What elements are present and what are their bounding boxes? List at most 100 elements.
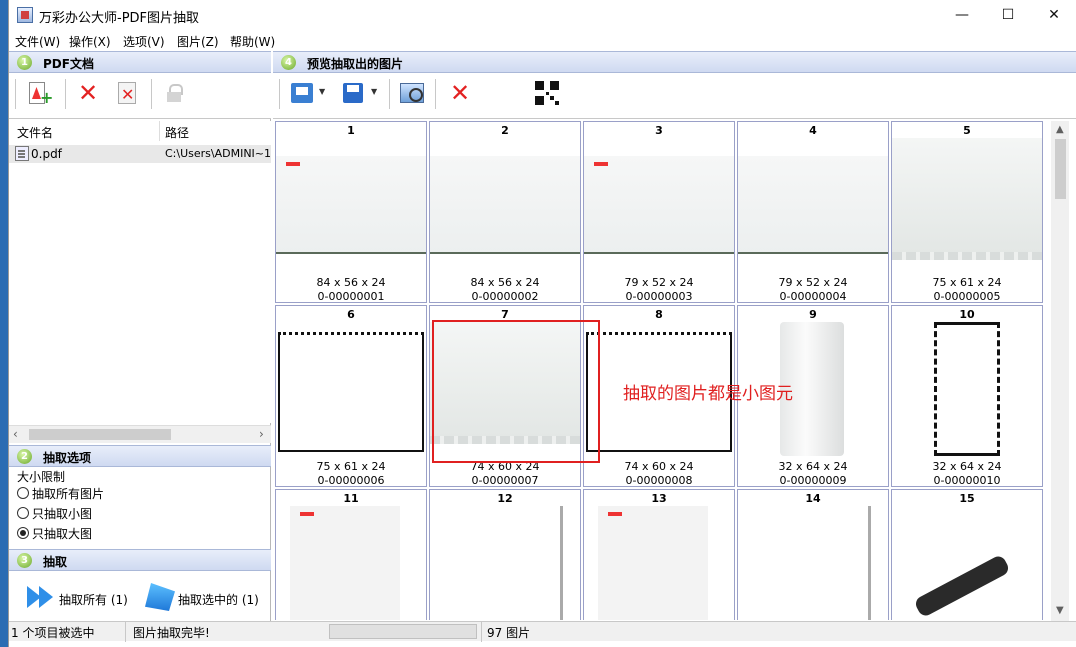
- image-preview: [738, 138, 888, 272]
- delete-icon: ✕: [449, 79, 471, 107]
- image-index: 12: [497, 492, 513, 505]
- image-index: 10: [959, 308, 975, 321]
- image-dimensions: 75 x 61 x 24: [316, 460, 386, 473]
- image-index: 2: [501, 124, 509, 137]
- column-header-name[interactable]: 文件名: [17, 124, 53, 141]
- window-title: 万彩办公大师-PDF图片抽取: [39, 11, 200, 26]
- section-title-pdf: PDF文档: [43, 57, 94, 71]
- image-dimensions: 32 x 64 x 24: [932, 460, 1002, 473]
- qr-code-button[interactable]: [531, 79, 561, 109]
- radio-indicator[interactable]: [17, 527, 29, 539]
- section-number-badge: 2: [17, 449, 32, 464]
- image-name: 0-00000003: [625, 290, 693, 303]
- status-bar: 1 个项目被选中 图片抽取完毕! 97 图片: [9, 621, 1076, 642]
- image-preview: [430, 506, 580, 620]
- image-name: 0-00000002: [471, 290, 539, 303]
- scroll-down-icon[interactable]: ▼: [1056, 605, 1064, 616]
- image-thumbnail-cell[interactable]: 5 75 x 61 x 24 0-00000005: [891, 121, 1043, 303]
- add-pdf-button[interactable]: [23, 79, 53, 109]
- image-name: 0-00000005: [933, 290, 1001, 303]
- scroll-thumb[interactable]: [29, 429, 171, 440]
- chevron-down-icon[interactable]: ▼: [371, 87, 377, 96]
- unlock-button[interactable]: [159, 79, 189, 109]
- app-icon: [17, 7, 33, 23]
- image-preview: [430, 138, 580, 272]
- scroll-up-icon[interactable]: ▲: [1056, 124, 1064, 135]
- column-header-path[interactable]: 路径: [165, 124, 189, 141]
- image-thumbnail-cell[interactable]: 1 84 x 56 x 24 0-00000001: [275, 121, 427, 303]
- image-preview: [892, 322, 1042, 456]
- scroll-thumb[interactable]: [1055, 139, 1066, 199]
- print-button[interactable]: [287, 79, 317, 109]
- image-dimensions: 84 x 56 x 24: [316, 276, 386, 289]
- close-button[interactable]: ✕: [1031, 0, 1076, 31]
- lock-icon: [167, 84, 183, 102]
- remove-doc-icon: [118, 82, 136, 104]
- extract-selected-label: 抽取选中的 (1): [178, 593, 259, 607]
- image-index: 4: [809, 124, 817, 137]
- preview-button[interactable]: [397, 79, 427, 109]
- extract-all-button[interactable]: 抽取所有 (1): [27, 581, 137, 615]
- image-thumbnail-cell[interactable]: 10 32 x 64 x 24 0-00000010: [891, 305, 1043, 487]
- image-thumbnail-cell[interactable]: 15: [891, 489, 1043, 620]
- menu-bar: 文件(W) 操作(X) 选项(V) 图片(Z) 帮助(W): [9, 31, 1076, 50]
- image-dimensions: 75 x 61 x 24: [932, 276, 1002, 289]
- play-icon: [145, 583, 175, 611]
- image-preview: [738, 506, 888, 620]
- section-header-preview: 4 预览抽取出的图片: [273, 51, 1076, 73]
- section-number-badge: 4: [281, 55, 296, 70]
- image-dimensions: 79 x 52 x 24: [624, 276, 694, 289]
- image-index: 9: [809, 308, 817, 321]
- image-name: 0-00000009: [779, 474, 847, 487]
- maximize-button[interactable]: ☐: [985, 0, 1031, 31]
- menu-file[interactable]: 文件(W): [15, 33, 60, 50]
- menu-options[interactable]: 选项(V): [123, 33, 165, 50]
- radio-label: 抽取所有图片: [32, 487, 105, 501]
- minimize-button[interactable]: —: [939, 0, 985, 31]
- image-thumbnail-cell[interactable]: 4 79 x 52 x 24 0-00000004: [737, 121, 889, 303]
- image-preview: [584, 138, 734, 272]
- extract-all-label: 抽取所有 (1): [59, 593, 128, 607]
- image-thumbnail-cell[interactable]: 6 75 x 61 x 24 0-00000006: [275, 305, 427, 487]
- remove-button[interactable]: ✕: [73, 79, 103, 109]
- image-index: 1: [347, 124, 355, 137]
- radio-indicator[interactable]: [17, 487, 29, 499]
- vertical-scrollbar[interactable]: ▲ ▼: [1051, 121, 1069, 621]
- radio-label: 只抽取大图: [32, 527, 93, 541]
- extract-selected-button[interactable]: 抽取选中的 (1): [145, 581, 269, 615]
- status-selected: 1 个项目被选中: [11, 626, 95, 640]
- image-index: 6: [347, 308, 355, 321]
- scroll-left-icon[interactable]: ‹: [13, 427, 18, 441]
- save-icon: [343, 83, 363, 103]
- status-image-count: 97 图片: [487, 626, 531, 640]
- image-index: 15: [959, 492, 975, 505]
- scroll-right-icon[interactable]: ›: [259, 427, 264, 441]
- horizontal-scrollbar[interactable]: ‹ ›: [9, 425, 271, 443]
- pdf-file-icon: [15, 146, 29, 161]
- file-name: 0.pdf: [31, 147, 62, 161]
- preview-panel: 4 预览抽取出的图片 ▼ ▼ ✕ 1 84 x 56 x 24 0-00000001…: [273, 51, 1076, 621]
- menu-help[interactable]: 帮助(W): [230, 33, 275, 50]
- section-title-preview: 预览抽取出的图片: [307, 57, 404, 71]
- image-thumbnail-cell[interactable]: 14: [737, 489, 889, 620]
- menu-operate[interactable]: 操作(X): [69, 33, 111, 50]
- left-panel: 1 PDF文档 ✕ 文件名 路径 0.pdf C:\Users\ADMINI~1…: [9, 51, 271, 621]
- radio-indicator[interactable]: [17, 507, 29, 519]
- image-thumbnail-cell[interactable]: 11: [275, 489, 427, 620]
- image-thumbnail-cell[interactable]: 3 79 x 52 x 24 0-00000003: [583, 121, 735, 303]
- chevron-down-icon[interactable]: ▼: [319, 87, 325, 96]
- image-thumbnail-cell[interactable]: 2 84 x 56 x 24 0-00000002: [429, 121, 581, 303]
- delete-button[interactable]: ✕: [445, 79, 475, 109]
- file-row[interactable]: 0.pdf C:\Users\ADMINI~1\: [9, 145, 271, 163]
- image-thumbnail-cell[interactable]: 12: [429, 489, 581, 620]
- title-bar: 万彩办公大师-PDF图片抽取 — ☐ ✕: [9, 0, 1076, 31]
- remove-all-button[interactable]: [113, 79, 143, 109]
- image-index: 14: [805, 492, 821, 505]
- section-number-badge: 1: [17, 55, 32, 70]
- image-preview: [584, 506, 734, 620]
- menu-image[interactable]: 图片(Z): [177, 33, 219, 50]
- image-thumbnail-cell[interactable]: 13: [583, 489, 735, 620]
- save-button[interactable]: [339, 79, 369, 109]
- image-name: 0-00000006: [317, 474, 385, 487]
- section-title-extract: 抽取: [43, 555, 68, 569]
